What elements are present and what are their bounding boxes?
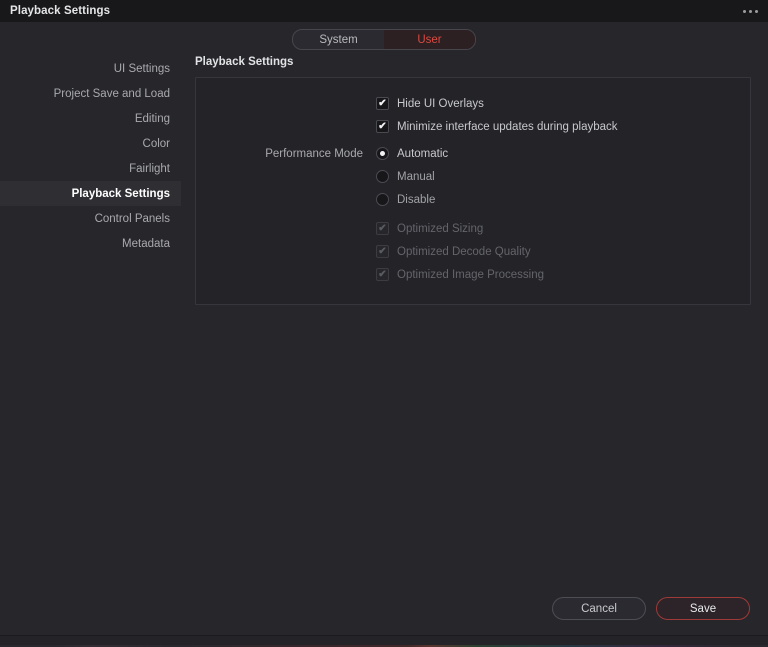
- label-optimized-image-processing: Optimized Image Processing: [397, 269, 544, 281]
- check-icon: ✔: [378, 224, 386, 234]
- overflow-menu-icon[interactable]: [743, 0, 758, 22]
- row-minimize-interface-updates: ✔ Minimize interface updates during play…: [196, 115, 750, 138]
- playback-settings-panel: ✔ Hide UI Overlays ✔ Minimize interface …: [195, 77, 751, 305]
- checkbox-hide-ui-overlays[interactable]: ✔: [376, 97, 389, 110]
- sidebar-item-editing[interactable]: Editing: [0, 106, 181, 131]
- preferences-dialog: System User UI Settings Project Save and…: [0, 22, 768, 636]
- overflow-dot: [749, 10, 752, 13]
- row-optimized-decode-quality: ✔ Optimized Decode Quality: [196, 240, 750, 263]
- label-optimized-sizing: Optimized Sizing: [397, 223, 483, 235]
- label-performance-disable[interactable]: Disable: [397, 194, 435, 206]
- label-optimized-decode-quality: Optimized Decode Quality: [397, 246, 531, 258]
- scope-toggle-container: System User: [0, 29, 768, 50]
- label-hide-ui-overlays[interactable]: Hide UI Overlays: [397, 98, 484, 110]
- check-icon: ✔: [378, 99, 386, 109]
- background-app-strip: [0, 635, 768, 647]
- title-bar: Playback Settings: [0, 0, 768, 23]
- sidebar-item-project-save-and-load[interactable]: Project Save and Load: [0, 81, 181, 106]
- settings-content: Playback Settings ✔ Hide UI Overlays ✔: [195, 56, 752, 305]
- tab-user[interactable]: User: [384, 30, 475, 49]
- overflow-dot: [755, 10, 758, 13]
- sidebar-item-ui-settings[interactable]: UI Settings: [0, 56, 181, 81]
- radio-performance-disable[interactable]: [376, 193, 389, 206]
- checkbox-minimize-interface-updates[interactable]: ✔: [376, 120, 389, 133]
- tab-system[interactable]: System: [293, 30, 384, 49]
- row-performance-mode-disable: Disable: [196, 188, 750, 211]
- label-minimize-interface-updates[interactable]: Minimize interface updates during playba…: [397, 121, 618, 133]
- radio-dot: [380, 151, 385, 156]
- cancel-button[interactable]: Cancel: [552, 597, 646, 620]
- checkbox-optimized-image-processing: ✔: [376, 268, 389, 281]
- sidebar-item-color[interactable]: Color: [0, 131, 181, 156]
- row-performance-mode-manual: Manual: [196, 165, 750, 188]
- window-title: Playback Settings: [10, 5, 110, 17]
- checkbox-optimized-decode-quality: ✔: [376, 245, 389, 258]
- sidebar-item-metadata[interactable]: Metadata: [0, 231, 181, 256]
- check-icon: ✔: [378, 247, 386, 257]
- label-performance-mode: Performance Mode: [196, 148, 376, 160]
- dialog-footer: Cancel Save: [552, 597, 750, 620]
- overflow-dot: [743, 10, 746, 13]
- settings-sidebar: UI Settings Project Save and Load Editin…: [0, 56, 181, 256]
- sidebar-item-playback-settings[interactable]: Playback Settings: [0, 181, 181, 206]
- checkbox-optimized-sizing: ✔: [376, 222, 389, 235]
- row-hide-ui-overlays: ✔ Hide UI Overlays: [196, 92, 750, 115]
- sidebar-item-control-panels[interactable]: Control Panels: [0, 206, 181, 231]
- section-title: Playback Settings: [195, 56, 752, 68]
- row-optimized-sizing: ✔ Optimized Sizing: [196, 217, 750, 240]
- label-performance-manual[interactable]: Manual: [397, 171, 435, 183]
- radio-performance-manual[interactable]: [376, 170, 389, 183]
- row-performance-mode-automatic: Performance Mode Automatic: [196, 142, 750, 165]
- label-performance-automatic[interactable]: Automatic: [397, 148, 448, 160]
- check-icon: ✔: [378, 270, 386, 280]
- row-optimized-image-processing: ✔ Optimized Image Processing: [196, 263, 750, 286]
- check-icon: ✔: [378, 122, 386, 132]
- radio-performance-automatic[interactable]: [376, 147, 389, 160]
- save-button[interactable]: Save: [656, 597, 750, 620]
- sidebar-item-fairlight[interactable]: Fairlight: [0, 156, 181, 181]
- scope-toggle: System User: [292, 29, 476, 50]
